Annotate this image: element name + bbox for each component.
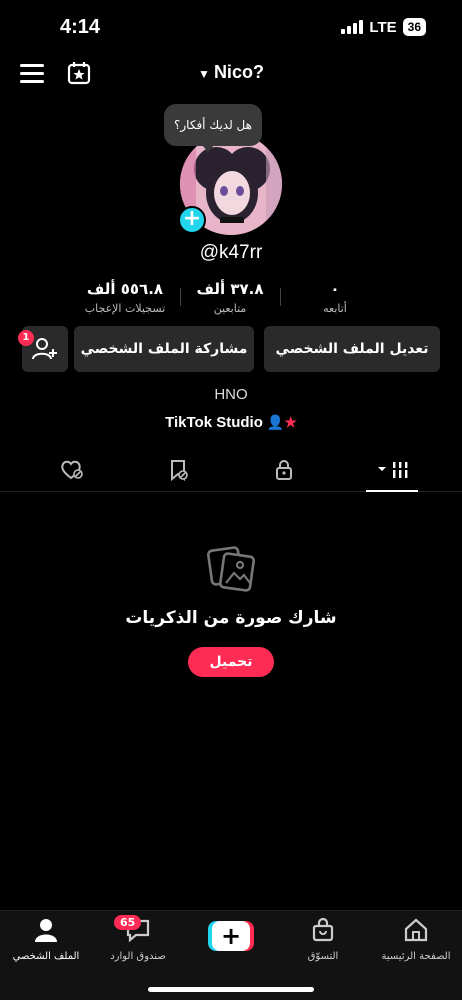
status-bar: 4:14 LTE 36 <box>0 0 462 56</box>
signal-icon <box>341 20 364 34</box>
edit-profile-button[interactable]: تعديل الملف الشخصي <box>264 326 440 372</box>
chevron-down-icon: ▼ <box>198 67 210 81</box>
inbox-badge: 65 <box>114 915 142 930</box>
followers-label: متابعين <box>213 302 247 315</box>
following-count: ٠ <box>330 280 340 298</box>
user-star-icon: 👤★ <box>266 414 297 430</box>
stat-following[interactable]: ٠ أتابعه <box>290 280 380 320</box>
add-user-icon <box>32 338 57 360</box>
profile-bio: HNO <box>214 386 248 403</box>
status-time: 4:14 <box>60 16 101 38</box>
photos-icon <box>206 545 256 597</box>
nav-home-label: الصفحة الرئيسية <box>381 951 451 962</box>
following-label: أتابعه <box>323 302 347 315</box>
account-switcher[interactable]: ▼ Nico? <box>0 62 462 83</box>
network-label: LTE <box>369 18 397 36</box>
tab-videos[interactable] <box>364 458 420 492</box>
account-name: Nico? <box>213 62 264 82</box>
stat-divider <box>180 288 181 306</box>
bottom-nav: الصفحة الرئيسية التسوّق + 65 صندوق الوار… <box>0 910 462 1000</box>
home-indicator <box>148 987 314 992</box>
lock-icon <box>276 460 292 480</box>
add-story-button[interactable]: + <box>178 206 206 234</box>
nav-profile[interactable]: الملف الشخصي <box>0 917 92 962</box>
grid-icon <box>378 462 409 478</box>
empty-state-title: شارك صورة من الذكريات <box>125 608 337 628</box>
profile-handle: @k47rr <box>199 242 263 263</box>
share-profile-button[interactable]: مشاركة الملف الشخصي <box>74 326 254 372</box>
tab-saved[interactable] <box>150 458 206 488</box>
profile-icon <box>35 919 57 942</box>
upload-button[interactable]: تحميل <box>188 647 274 677</box>
tab-private[interactable] <box>256 458 312 488</box>
top-bar: ▼ Nico? <box>0 58 462 92</box>
nav-shop[interactable]: التسوّق <box>277 917 369 962</box>
stat-likes[interactable]: ٥٥٦.٨ ألف تسجيلات الإعجاب <box>80 280 170 320</box>
nav-shop-label: التسوّق <box>307 951 339 962</box>
bookmark-hidden-icon <box>171 460 188 482</box>
tiktok-studio-link[interactable]: TikTok Studio 👤★ <box>0 414 462 431</box>
nav-home[interactable]: الصفحة الرئيسية <box>370 917 462 962</box>
nav-inbox-label: صندوق الوارد <box>110 951 166 962</box>
friends-badge: 1 <box>18 330 34 346</box>
tab-liked[interactable] <box>44 458 100 488</box>
add-friends-button[interactable]: 1 <box>18 326 68 372</box>
plus-icon: + <box>212 921 250 951</box>
profile-actions: 1 مشاركة الملف الشخصي تعديل الملف الشخصي <box>18 326 440 372</box>
content-tabs <box>0 452 462 492</box>
shopping-bag-icon <box>312 917 334 942</box>
likes-label: تسجيلات الإعجاب <box>84 302 166 315</box>
home-icon <box>404 918 428 942</box>
heart-hidden-icon <box>61 460 83 480</box>
thought-bubble[interactable]: هل لديك أفكار؟ <box>164 104 262 152</box>
battery-icon: 36 <box>402 18 426 36</box>
profile-stats: ٥٥٦.٨ ألف تسجيلات الإعجاب ٣٧.٨ ألف متابع… <box>80 280 380 320</box>
nav-profile-label: الملف الشخصي <box>12 951 80 962</box>
stat-followers[interactable]: ٣٧.٨ ألف متابعين <box>185 280 275 320</box>
followers-count: ٣٧.٨ ألف <box>196 280 264 298</box>
create-button[interactable]: + <box>208 921 254 951</box>
status-indicators: LTE 36 <box>341 18 426 36</box>
nav-inbox[interactable]: 65 صندوق الوارد <box>92 915 184 962</box>
tiktok-studio-label: TikTok Studio <box>165 414 263 431</box>
likes-count: ٥٥٦.٨ ألف <box>86 280 164 298</box>
stat-divider <box>280 288 281 306</box>
